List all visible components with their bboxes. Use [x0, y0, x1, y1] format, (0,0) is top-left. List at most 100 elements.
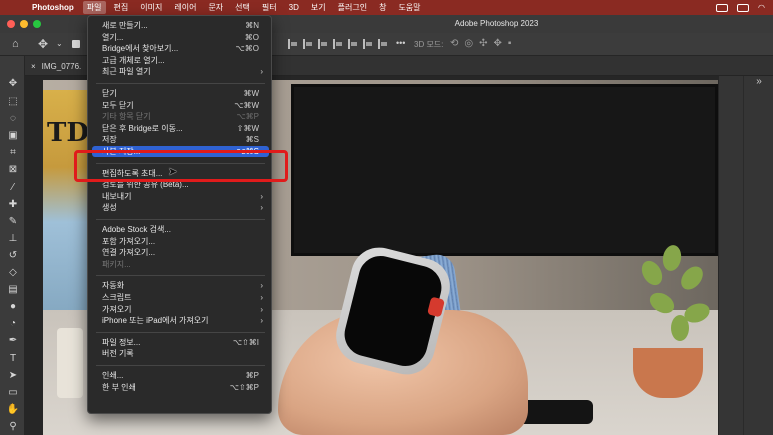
menu-type[interactable]: 문자 [204, 1, 227, 14]
menu-3d[interactable]: 3D [285, 2, 303, 13]
document-tab[interactable]: × IMG_0776. [31, 59, 81, 73]
file-menu-item[interactable]: 저장 ⌘S [92, 134, 269, 145]
file-menu-item-label: 고급 개체로 열기... [102, 55, 165, 65]
menu-select[interactable]: 선택 [231, 1, 254, 14]
file-menu-item[interactable]: iPhone 또는 iPad에서 가져오기 › [92, 315, 269, 326]
status-app-icon[interactable] [716, 3, 729, 12]
eyedropper-tool-icon[interactable]: ⁄ [6, 182, 20, 194]
file-menu-item-shortcut [217, 247, 269, 258]
history-brush-tool-icon[interactable]: ↺ [6, 250, 20, 262]
status-menu-icon[interactable] [737, 3, 750, 12]
file-menu-item[interactable]: 내보내기 › [92, 191, 269, 202]
blur-tool-icon[interactable]: ● [6, 301, 20, 313]
gradient-tool-icon[interactable]: ▤ [6, 284, 20, 296]
3d-orbit-icon[interactable]: ⟲ [450, 38, 458, 49]
align-top-icon[interactable] [333, 39, 343, 49]
file-menu-item[interactable]: 자동화 › [92, 280, 269, 291]
menu-separator [96, 83, 265, 84]
menu-image[interactable]: 이미지 [136, 1, 166, 14]
frame-tool-icon[interactable]: ⊠ [6, 164, 20, 176]
align-bottom-icon[interactable] [363, 39, 373, 49]
3d-slide-icon[interactable]: ✥ [494, 38, 502, 49]
file-menu-item[interactable]: 닫은 후 Bridge로 이동... ⇧⌘W [92, 123, 269, 134]
photo-monitor [291, 84, 718, 256]
hand-tool-icon[interactable]: ✋ [6, 404, 20, 416]
3d-scale-icon[interactable]: ▪ [508, 38, 512, 49]
chevron-right-icon: › [260, 67, 263, 77]
path-selection-tool-icon[interactable]: ➤ [6, 370, 20, 382]
menu-file[interactable]: 파일 [82, 1, 106, 14]
file-menu-item[interactable]: Adobe Stock 검색... [92, 224, 269, 235]
file-menu-item-label: 패키지... [102, 259, 131, 269]
menu-plugins[interactable]: 플러그인 [334, 1, 371, 14]
file-menu-item[interactable]: 새로 만들기... ⌘N [92, 20, 269, 31]
menu-view[interactable]: 보기 [307, 1, 330, 14]
file-menu-item[interactable]: 가져오기 › [92, 304, 269, 315]
dodge-tool-icon[interactable]: ◔ [6, 318, 20, 330]
close-tab-icon[interactable]: × [31, 62, 36, 71]
file-menu-item-shortcut: ⇧⌘W [236, 123, 259, 133]
menu-window[interactable]: 창 [375, 1, 390, 14]
panel-collapse-icon[interactable]: » [753, 76, 765, 88]
file-menu-dropdown: 새로 만들기... ⌘N 열기... ⌘O Bridge에서 찾아보기... ⌥⌘O 고급 … [87, 15, 272, 414]
file-menu-item[interactable]: 파일 정보... ⌥⇧⌘I [92, 337, 269, 348]
file-menu-item[interactable]: 포함 가져오기... [92, 236, 269, 247]
app-name-menu[interactable]: Photoshop [32, 3, 74, 12]
file-menu-item[interactable]: 생성 › [92, 202, 269, 213]
lasso-tool-icon[interactable]: ◌ [6, 113, 20, 125]
file-menu-item-shortcut [217, 55, 269, 66]
file-menu-item-label: 버전 기록 [102, 349, 134, 359]
file-menu-item[interactable]: 고급 개체로 열기... [92, 55, 269, 66]
file-menu-item[interactable]: 버전 기록 [92, 348, 269, 359]
file-menu-item-shortcut: ⌘O [244, 32, 259, 42]
file-menu-item[interactable]: 스크립트 › [92, 292, 269, 303]
menu-help[interactable]: 도움말 [394, 1, 424, 14]
brush-tool-icon[interactable]: ✎ [6, 216, 20, 228]
align-right-icon[interactable] [318, 39, 328, 49]
clone-stamp-tool-icon[interactable]: ⊥ [6, 233, 20, 245]
3d-pan-icon[interactable]: ✣ [479, 38, 487, 49]
file-menu-item-shortcut [217, 236, 269, 247]
chevron-right-icon: › [260, 293, 263, 302]
crop-tool-icon[interactable]: ⌗ [6, 147, 20, 159]
align-left-icon[interactable] [288, 39, 298, 49]
home-icon[interactable]: ⌂ [12, 38, 19, 50]
file-menu-item-label: 연결 가져오기... [102, 248, 156, 258]
pen-tool-icon[interactable]: ✒ [6, 335, 20, 347]
distribute-icon[interactable] [378, 39, 388, 49]
file-menu-item-label: 스크립트 [102, 293, 132, 302]
chevron-right-icon: › [260, 316, 263, 326]
more-options-icon[interactable]: ••• [396, 38, 405, 48]
menu-separator [96, 331, 265, 333]
menu-edit[interactable]: 편집 [110, 1, 133, 14]
align-middle-icon[interactable] [348, 39, 358, 49]
menu-layer[interactable]: 레이어 [170, 1, 200, 14]
eraser-tool-icon[interactable]: ◇ [6, 267, 20, 279]
marquee-tool-icon[interactable]: ⬚ [6, 96, 20, 108]
document-tab-label: IMG_0776. [41, 61, 82, 71]
file-menu-item-label: 파일 정보... [102, 337, 141, 347]
type-tool-icon[interactable]: T [6, 353, 20, 365]
file-menu-item[interactable]: 열기... ⌘O [92, 32, 269, 43]
file-menu-item[interactable]: 인쇄... ⌘P [92, 370, 269, 381]
align-center-icon[interactable] [303, 39, 313, 49]
object-selection-tool-icon[interactable]: ▣ [6, 130, 20, 142]
rectangle-tool-icon[interactable]: ▭ [6, 387, 20, 399]
move-tool-icon[interactable]: ✥ [38, 37, 48, 51]
file-menu-item[interactable]: 모두 닫기 ⌥⌘W [92, 100, 269, 111]
3d-roll-icon[interactable]: ◎ [464, 38, 473, 49]
file-menu-item[interactable]: 한 부 인쇄 ⌥⇧⌘P [92, 382, 269, 393]
auto-select-checkbox[interactable] [72, 40, 80, 48]
menu-filter[interactable]: 필터 [258, 1, 281, 14]
chevron-down-icon[interactable]: ⌄ [56, 39, 63, 48]
file-menu-item[interactable]: 최근 파일 열기 › [92, 66, 269, 77]
file-menu-item[interactable]: 닫기 ⌘W [92, 88, 269, 99]
move-tool-icon[interactable]: ✥ [6, 78, 20, 90]
chevron-right-icon: › [260, 304, 263, 314]
wifi-icon[interactable]: ◠ [758, 3, 765, 12]
menu-separator [96, 219, 265, 220]
healing-brush-tool-icon[interactable]: ✚ [6, 199, 20, 211]
file-menu-item[interactable]: 연결 가져오기... [92, 247, 269, 258]
zoom-tool-icon[interactable]: ⚲ [6, 421, 20, 433]
file-menu-item[interactable]: Bridge에서 찾아보기... ⌥⌘O [92, 43, 269, 54]
